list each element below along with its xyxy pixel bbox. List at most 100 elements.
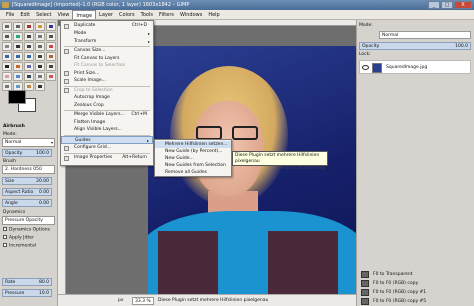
menu-filters[interactable]: Filters [156,10,177,19]
menu-bar: File Edit Select View Image Layer Colors… [0,10,474,20]
align-tool-icon[interactable] [24,42,34,51]
menu-item-mode[interactable]: Mode ▸ [61,30,153,38]
aspect-ratio-slider[interactable]: Aspect Ratio 0.00 [2,188,52,196]
pencil-tool-icon[interactable] [35,62,45,71]
flip-tool-icon[interactable] [35,52,45,61]
menu-item-transform[interactable]: Transform ▸ [61,38,153,46]
menu-item-scale-image[interactable]: Scale Image... [61,77,153,85]
layers-opacity-value: 100.0 [455,44,468,49]
tooltip: Diese Plugin setzt mehrere Hilfslinien p… [232,151,328,170]
dynamics-options-expander[interactable]: Dynamics Options [3,227,50,233]
guides-item-new[interactable]: New Guide... [155,155,231,162]
scale-tool-icon[interactable] [2,52,12,61]
layers-opacity-slider[interactable]: Opacity 100.0 [359,42,471,50]
scissors-tool-icon[interactable] [2,32,12,41]
layer-row[interactable]: SquaredImage.jpg [359,60,471,74]
menu-help[interactable]: Help [205,10,222,19]
unit-select[interactable]: px [118,295,124,306]
ink-tool-icon[interactable] [24,72,34,81]
foreground-color[interactable] [8,90,26,104]
layers-mode-select[interactable]: Normal [379,31,471,39]
shear-tool-icon[interactable] [13,52,23,61]
fuzzy-select-tool-icon[interactable] [35,22,45,31]
perspective-tool-icon[interactable] [24,52,34,61]
menu-windows[interactable]: Windows [177,10,205,19]
history-item[interactable]: F0 to F0 (RGB) copy #1 [359,288,471,297]
history-thumbnail [361,298,369,305]
dynamics-select[interactable]: Pressure Opacity [2,216,55,225]
zoom-tool-icon[interactable] [46,32,56,41]
paintbrush-tool-icon[interactable] [46,62,56,71]
menu-item-flatten[interactable]: Flatten Image [61,119,153,127]
apply-jitter-checkbox[interactable]: Apply Jitter [3,235,34,241]
maximize-button[interactable]: □ [441,1,453,9]
free-select-tool-icon[interactable] [24,22,34,31]
rate-slider[interactable]: Rate 80.0 [2,278,52,286]
incremental-checkbox[interactable]: Incremental [3,243,36,249]
menu-item-fit-canvas-selection[interactable]: Fit Canvas to Selection [61,62,153,70]
size-slider[interactable]: Size 20.00 [2,177,52,185]
opacity-slider[interactable]: Opacity 100.0 [2,149,52,157]
menu-item-merge-visible[interactable]: Merge Visible Layers... Ctrl+M [61,111,153,119]
foreground-select-tool-icon[interactable] [13,32,23,41]
brush-select[interactable]: 2. Hardness 050 [2,165,55,174]
menu-item-zealous-crop[interactable]: Zealous Crop [61,102,153,110]
ellipse-select-tool-icon[interactable] [13,22,23,31]
measure-tool-icon[interactable] [2,42,12,51]
menu-item-crop-selection[interactable]: Crop to Selection [61,87,153,95]
fg-bg-color-swatch[interactable] [8,90,38,112]
rotate-tool-icon[interactable] [46,42,56,51]
minimize-button[interactable]: _ [428,1,440,9]
guides-item-remove-all[interactable]: Remove all Guides [155,169,231,176]
menu-item-print-size[interactable]: Print Size... [61,70,153,78]
clone-tool-icon[interactable] [35,72,45,81]
mode-select[interactable]: Normal ▾ [2,138,55,147]
crop-tool-icon[interactable] [35,42,45,51]
menu-item-image-properties[interactable]: Image Properties Alt+Return [61,154,153,162]
guides-item-from-selection[interactable]: New Guides from Selection [155,162,231,169]
chevron-down-icon: ▾ [50,140,53,145]
menu-image[interactable]: Image [72,10,97,19]
menu-item-duplicate[interactable]: Duplicate Ctrl+D [61,22,153,30]
dynamics-value: Pressure Opacity [5,218,43,223]
color-picker-tool-icon[interactable] [35,32,45,41]
menu-item-canvas-size[interactable]: Canvas Size... [61,47,153,55]
move-tool-icon[interactable] [13,42,23,51]
history-item[interactable]: F0 to F0 (RGB) copy #5 [359,297,471,306]
cage-tool-icon[interactable] [46,52,56,61]
guides-item-multiple[interactable]: Mehrere Hilfslinien setzen... [155,141,231,148]
menu-colors[interactable]: Colors [116,10,138,19]
eraser-tool-icon[interactable] [2,72,12,81]
history-item[interactable]: F0 to F0 (RGB) copy [359,279,471,288]
heal-tool-icon[interactable] [46,72,56,81]
guides-item-by-percent[interactable]: New Guide (by Percent)... [155,148,231,155]
eye-icon[interactable] [362,65,369,70]
menu-item-align-layers[interactable]: Align Visible Layers... [61,126,153,134]
menu-item-configure-grid[interactable]: Configure Grid... [61,144,153,152]
rate-value: 80.0 [38,280,49,285]
window-title: [SquaredImage] (imported)-1.0 (RGB color… [12,2,190,8]
text-tool-icon[interactable] [2,62,12,71]
paths-tool-icon[interactable] [24,32,34,41]
blend-tool-icon[interactable] [24,62,34,71]
zoom-select[interactable]: 33.3 % [132,297,154,305]
menu-file[interactable]: File [3,10,17,19]
menu-item-fit-canvas-layers[interactable]: Fit Canvas to Layers [61,55,153,63]
rect-select-tool-icon[interactable] [2,22,12,31]
color-select-tool-icon[interactable] [46,22,56,31]
menu-edit[interactable]: Edit [17,10,33,19]
angle-slider[interactable]: Angle 0.00 [2,199,52,207]
bucket-fill-tool-icon[interactable] [13,62,23,71]
menu-tools[interactable]: Tools [138,10,156,19]
layers-dock: Mode: Normal Opacity 100.0 Lock: SquaredI… [356,20,474,306]
menu-select[interactable]: Select [33,10,54,19]
menu-view[interactable]: View [55,10,73,19]
menu-layer[interactable]: Layer [96,10,116,19]
aspect-label: Aspect Ratio [5,190,34,195]
airbrush-tool-icon[interactable] [13,72,23,81]
close-button[interactable]: X [454,1,472,9]
menu-item-autocrop[interactable]: Autocrop Image [61,94,153,102]
history-item[interactable]: F0 to Transparent [359,270,471,279]
pressure-slider[interactable]: Pressure 10.0 [2,289,52,297]
menu-item-guides[interactable]: Guides ▸ [61,136,153,144]
